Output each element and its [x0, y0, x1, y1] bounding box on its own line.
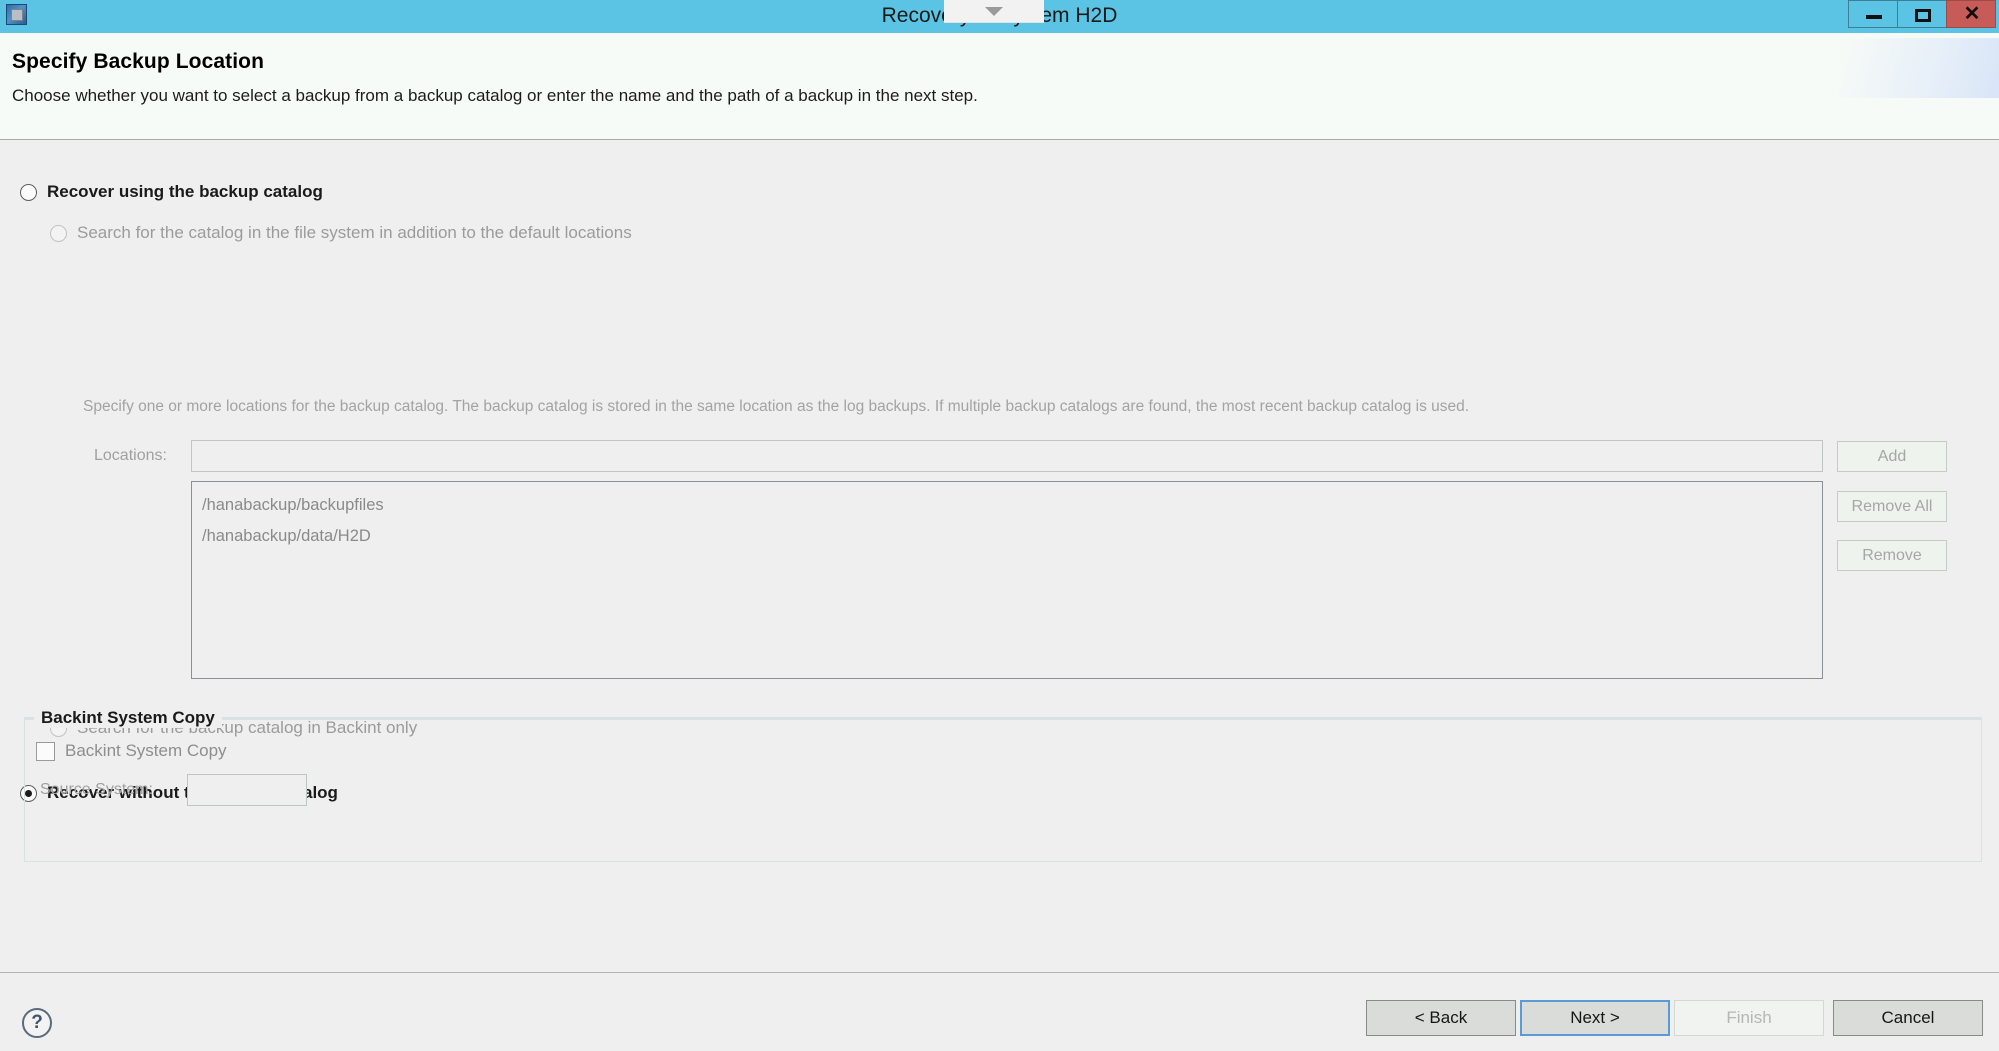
- source-system-label: Source System:: [40, 781, 153, 798]
- checkbox-backint-system-copy[interactable]: Backint System Copy: [36, 741, 227, 761]
- maximize-icon: [1915, 9, 1931, 22]
- minimize-icon: [1866, 15, 1882, 19]
- radio-label-search-filesystem: Search for the catalog in the file syste…: [77, 223, 632, 242]
- checkbox-indicator-backint-system-copy: [36, 741, 55, 761]
- maximize-button[interactable]: [1897, 0, 1947, 28]
- title-dropdown-overlay[interactable]: [944, 0, 1044, 23]
- radio-search-filesystem[interactable]: Search for the catalog in the file syste…: [50, 223, 632, 243]
- cancel-button[interactable]: Cancel: [1833, 1000, 1983, 1036]
- search-filesystem-help-text: Specify one or more locations for the ba…: [83, 398, 1470, 415]
- backint-fieldset: [24, 718, 1982, 862]
- chevron-down-icon: [985, 7, 1003, 16]
- page-subtitle: Choose whether you want to select a back…: [12, 86, 978, 105]
- remove-all-button[interactable]: Remove All: [1837, 491, 1947, 522]
- locations-label: Locations:: [94, 447, 167, 464]
- recovery-wizard-window: Recovery of System H2D ✕ Specify Backup …: [0, 0, 1999, 1051]
- radio-indicator-use-catalog: [20, 183, 37, 201]
- wizard-body: Recover using the backup catalog Search …: [0, 140, 1999, 972]
- locations-input[interactable]: [191, 440, 1823, 472]
- minimize-button[interactable]: [1848, 0, 1898, 28]
- list-item[interactable]: /hanabackup/data/H2D: [202, 521, 1822, 552]
- radio-indicator-search-filesystem: [50, 224, 67, 242]
- remove-button[interactable]: Remove: [1837, 540, 1947, 571]
- close-button[interactable]: ✕: [1946, 0, 1996, 28]
- list-item[interactable]: /hanabackup/backupfiles: [202, 490, 1822, 521]
- window-titlebar: Recovery of System H2D ✕: [0, 0, 1999, 33]
- locations-listbox[interactable]: /hanabackup/backupfiles /hanabackup/data…: [191, 481, 1823, 679]
- source-system-input[interactable]: [187, 774, 307, 806]
- close-icon: ✕: [1963, 3, 1981, 25]
- backint-group-legend: Backint System Copy: [34, 708, 222, 728]
- window-controls: ✕: [1848, 0, 1996, 28]
- header-decoration: [1839, 38, 1999, 98]
- radio-label-use-catalog: Recover using the backup catalog: [47, 182, 323, 201]
- finish-button: Finish: [1674, 1000, 1824, 1036]
- checkbox-label-backint-system-copy: Backint System Copy: [65, 741, 227, 760]
- wizard-header: Specify Backup Location Choose whether y…: [0, 33, 1999, 140]
- back-button[interactable]: < Back: [1366, 1000, 1516, 1036]
- next-button[interactable]: Next >: [1520, 1000, 1670, 1036]
- page-title: Specify Backup Location: [12, 50, 265, 73]
- help-icon[interactable]: ?: [22, 1008, 52, 1038]
- radio-recover-using-catalog[interactable]: Recover using the backup catalog: [20, 182, 323, 202]
- add-button[interactable]: Add: [1837, 441, 1947, 472]
